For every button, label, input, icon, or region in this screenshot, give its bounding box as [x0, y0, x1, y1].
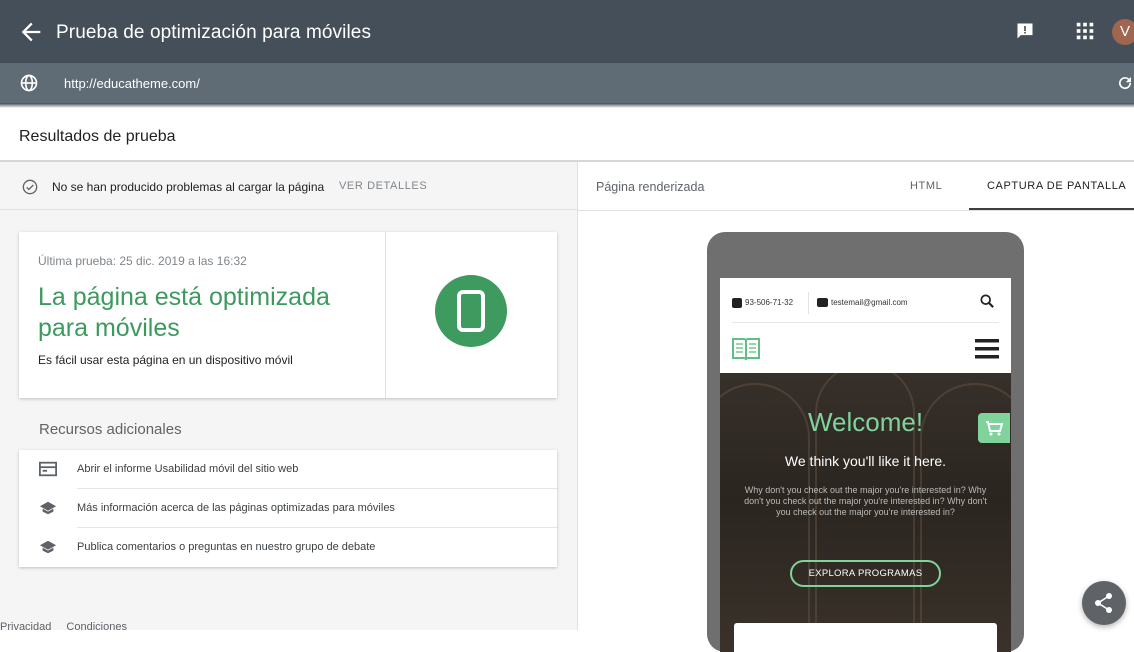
toolbar-shadow	[0, 103, 1134, 108]
resources-list: Abrir el informe Usabilidad móvil del si…	[19, 450, 557, 567]
page-title: Prueba de optimización para móviles	[56, 22, 372, 43]
result-subtitle: Es fácil usar esta página en un disposit…	[38, 353, 293, 367]
tab-screenshot-label: CAPTURA DE PANTALLA	[987, 180, 1127, 192]
back-arrow-icon[interactable]	[17, 18, 45, 46]
report-icon	[39, 461, 57, 477]
book-logo-icon	[732, 338, 760, 361]
school-icon	[39, 501, 57, 515]
globe-icon	[20, 74, 38, 92]
rendered-screenshot: 93-506-71-32 testemail@gmail.com Welcome…	[720, 278, 1011, 652]
result-headline: La página está optimizada para móviles	[38, 283, 330, 342]
share-button[interactable]	[1082, 581, 1126, 625]
site-email: testemail@gmail.com	[831, 298, 908, 307]
site-topbar: 93-506-71-32 testemail@gmail.com	[720, 278, 1011, 324]
resources-title: Recursos adicionales	[39, 421, 182, 438]
feedback-icon[interactable]	[1014, 21, 1036, 41]
status-message: No se han producido problemas al cargar …	[52, 180, 325, 194]
resource-item-learn-more[interactable]: Más información acerca de las páginas op…	[19, 489, 557, 528]
resource-item-usability-report[interactable]: Abrir el informe Usabilidad móvil del si…	[19, 450, 557, 489]
school-icon	[39, 540, 57, 554]
search-icon	[980, 294, 994, 308]
terms-link[interactable]: Condiciones	[66, 621, 127, 633]
reload-icon[interactable]	[1116, 74, 1134, 92]
status-row: No se han producido problemas al cargar …	[0, 162, 577, 210]
apps-grid-icon[interactable]	[1074, 20, 1096, 42]
avatar[interactable]: V	[1112, 19, 1134, 45]
tab-html[interactable]: HTML	[910, 180, 942, 192]
divider	[808, 292, 809, 314]
mail-icon	[817, 298, 828, 307]
resource-item-label: Publica comentarios o preguntas en nuest…	[77, 541, 376, 553]
section-title: Resultados de prueba	[19, 128, 176, 145]
hero-bottom-card	[734, 623, 997, 652]
share-icon	[1095, 593, 1112, 613]
explore-programs-button: EXPLORA PROGRAMAS	[790, 560, 941, 587]
preview-tabs: Página renderizada HTML CAPTURA DE PANTA…	[578, 162, 1134, 211]
hero-banner: Welcome! We think you'll like it here. W…	[720, 373, 1011, 652]
phone-icon	[732, 298, 742, 308]
resource-item-label: Más información acerca de las páginas op…	[77, 502, 395, 514]
hero-body: Why don't you check out the major you're…	[744, 485, 987, 517]
resource-item-label: Abrir el informe Usabilidad móvil del si…	[77, 463, 299, 475]
resource-item-forum[interactable]: Publica comentarios o preguntas en nuest…	[19, 528, 557, 567]
card-divider	[385, 232, 386, 398]
privacy-link[interactable]: Privacidad	[0, 621, 51, 633]
menu-icon	[975, 339, 999, 359]
app-bar: Prueba de optimización para móviles V	[0, 0, 1134, 63]
phone-frame: 93-506-71-32 testemail@gmail.com Welcome…	[707, 232, 1024, 652]
last-test-date: Última prueba: 25 dic. 2019 a las 16:32	[38, 254, 247, 268]
hero-welcome: Welcome!	[807, 407, 924, 437]
hero-tagline: We think you'll like it here.	[784, 453, 947, 469]
result-card: Última prueba: 25 dic. 2019 a las 16:32 …	[19, 232, 557, 398]
rendered-page-label: Página renderizada	[596, 180, 705, 194]
cart-icon	[978, 413, 1010, 443]
url-bar: http://educatheme.com/	[0, 63, 1134, 103]
footer-links: Privacidad Condiciones	[0, 621, 139, 633]
column-divider	[577, 162, 578, 630]
results-panel: No se han producido problemas al cargar …	[0, 162, 577, 633]
mobile-device-icon	[435, 275, 507, 347]
view-details-button[interactable]: VER DETALLES	[339, 180, 427, 192]
check-circle-icon	[22, 179, 38, 195]
url-input[interactable]: http://educatheme.com/	[64, 76, 200, 91]
tab-screenshot[interactable]: CAPTURA DE PANTALLA	[969, 162, 1134, 210]
site-phone: 93-506-71-32	[745, 298, 794, 307]
divider	[732, 322, 999, 323]
